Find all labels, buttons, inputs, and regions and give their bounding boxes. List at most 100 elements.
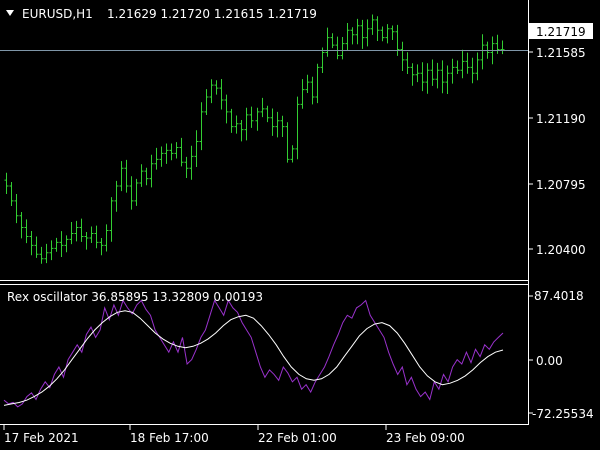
price-bar — [495, 34, 500, 54]
price-bar — [440, 60, 445, 94]
price-bar — [400, 41, 405, 71]
osc-tick-label: 87.4018 — [534, 289, 584, 303]
price-bars — [4, 14, 505, 264]
price-bar — [134, 178, 139, 206]
price-bar — [194, 130, 199, 167]
price-bar — [64, 235, 69, 253]
time-label: 23 Feb 09:00 — [386, 431, 465, 445]
price-bar — [119, 161, 124, 192]
price-bar — [9, 182, 14, 206]
price-bar — [199, 102, 204, 151]
price-bar — [420, 62, 425, 92]
price-bar — [24, 219, 29, 244]
price-bar — [79, 218, 84, 242]
price-bar — [335, 36, 340, 60]
price-bar — [470, 57, 475, 84]
price-bar — [290, 145, 295, 163]
symbol-label: EURUSD,H1 — [22, 7, 93, 21]
price-bar — [129, 176, 134, 210]
price-bar — [330, 33, 335, 49]
price-bar — [4, 172, 9, 194]
price-bar — [305, 74, 310, 94]
dropdown-triangle-icon[interactable] — [6, 10, 14, 16]
price-bar — [114, 180, 119, 212]
price-bar — [204, 89, 209, 116]
price-bar — [94, 225, 99, 249]
price-bar — [355, 18, 360, 45]
price-bar — [310, 76, 315, 105]
oscillator-axis: 87.4018 0.00 -72.25534 — [529, 289, 594, 421]
price-bar — [104, 224, 109, 252]
price-bar — [260, 97, 265, 118]
price-bar — [325, 27, 330, 57]
price-bar — [375, 16, 380, 42]
price-bar — [184, 156, 189, 179]
price-bar — [209, 79, 214, 104]
price-bar — [270, 108, 275, 136]
time-label: 17 Feb 2021 — [4, 431, 79, 445]
price-bar — [280, 115, 285, 138]
price-bar — [380, 26, 385, 42]
price-bar — [229, 108, 234, 133]
price-bar — [395, 24, 400, 56]
price-bar — [275, 111, 280, 138]
price-bar — [239, 119, 244, 142]
price-bar — [425, 63, 430, 94]
price-tick-label: 1.20795 — [536, 178, 586, 192]
time-label: 18 Feb 17:00 — [130, 431, 209, 445]
price-bar — [475, 52, 480, 81]
price-bar — [189, 145, 194, 180]
price-bar — [315, 63, 320, 104]
price-bar — [415, 64, 420, 83]
price-bar — [179, 137, 184, 167]
price-bar — [445, 65, 450, 94]
price-bar — [59, 231, 64, 257]
price-bar — [69, 222, 74, 245]
price-bar — [345, 23, 350, 51]
price-bar — [214, 80, 219, 95]
price-bar — [295, 96, 300, 160]
price-bar — [84, 231, 89, 250]
price-bar — [139, 164, 144, 187]
price-bar — [455, 60, 460, 74]
price-bar — [430, 59, 435, 86]
ohlc-values: 1.21629 1.21720 1.21615 1.21719 — [107, 7, 317, 21]
price-bar — [450, 58, 455, 84]
price-bar — [435, 62, 440, 89]
price-bar — [124, 159, 129, 193]
price-bar — [460, 49, 465, 79]
price-bar — [34, 236, 39, 258]
price-bar — [99, 238, 104, 256]
price-axis: 1.21585 1.21190 1.20795 1.20400 — [529, 46, 586, 257]
price-bar — [149, 154, 154, 188]
price-bar — [340, 37, 345, 60]
price-bar — [234, 115, 239, 134]
price-bar — [49, 240, 54, 261]
price-bar — [159, 146, 164, 167]
price-bar — [285, 122, 290, 163]
osc-tick-label: -72.25534 — [532, 407, 594, 421]
chart-window[interactable]: EURUSD,H1 1.21629 1.21720 1.21615 1.2171… — [0, 0, 600, 450]
price-bar — [164, 143, 169, 164]
price-bar — [350, 27, 355, 45]
price-tick-label: 1.21585 — [536, 46, 586, 60]
price-bar — [74, 220, 79, 242]
price-bar — [249, 106, 254, 128]
rex-signal-line — [3, 310, 504, 406]
price-bar — [39, 246, 44, 264]
price-bar — [405, 52, 410, 75]
price-bar — [169, 143, 174, 161]
price-bar — [410, 63, 415, 86]
price-bar — [265, 105, 270, 123]
time-label: 22 Feb 01:00 — [258, 431, 337, 445]
price-bar — [224, 94, 229, 124]
price-bar — [44, 243, 49, 264]
price-bar — [174, 142, 179, 159]
price-bar — [14, 193, 19, 224]
price-bar — [500, 40, 505, 55]
price-bar — [480, 34, 485, 70]
price-bar — [154, 147, 159, 170]
price-bar — [255, 107, 260, 131]
price-bar — [465, 52, 470, 74]
price-tick-label: 1.20400 — [536, 243, 586, 257]
